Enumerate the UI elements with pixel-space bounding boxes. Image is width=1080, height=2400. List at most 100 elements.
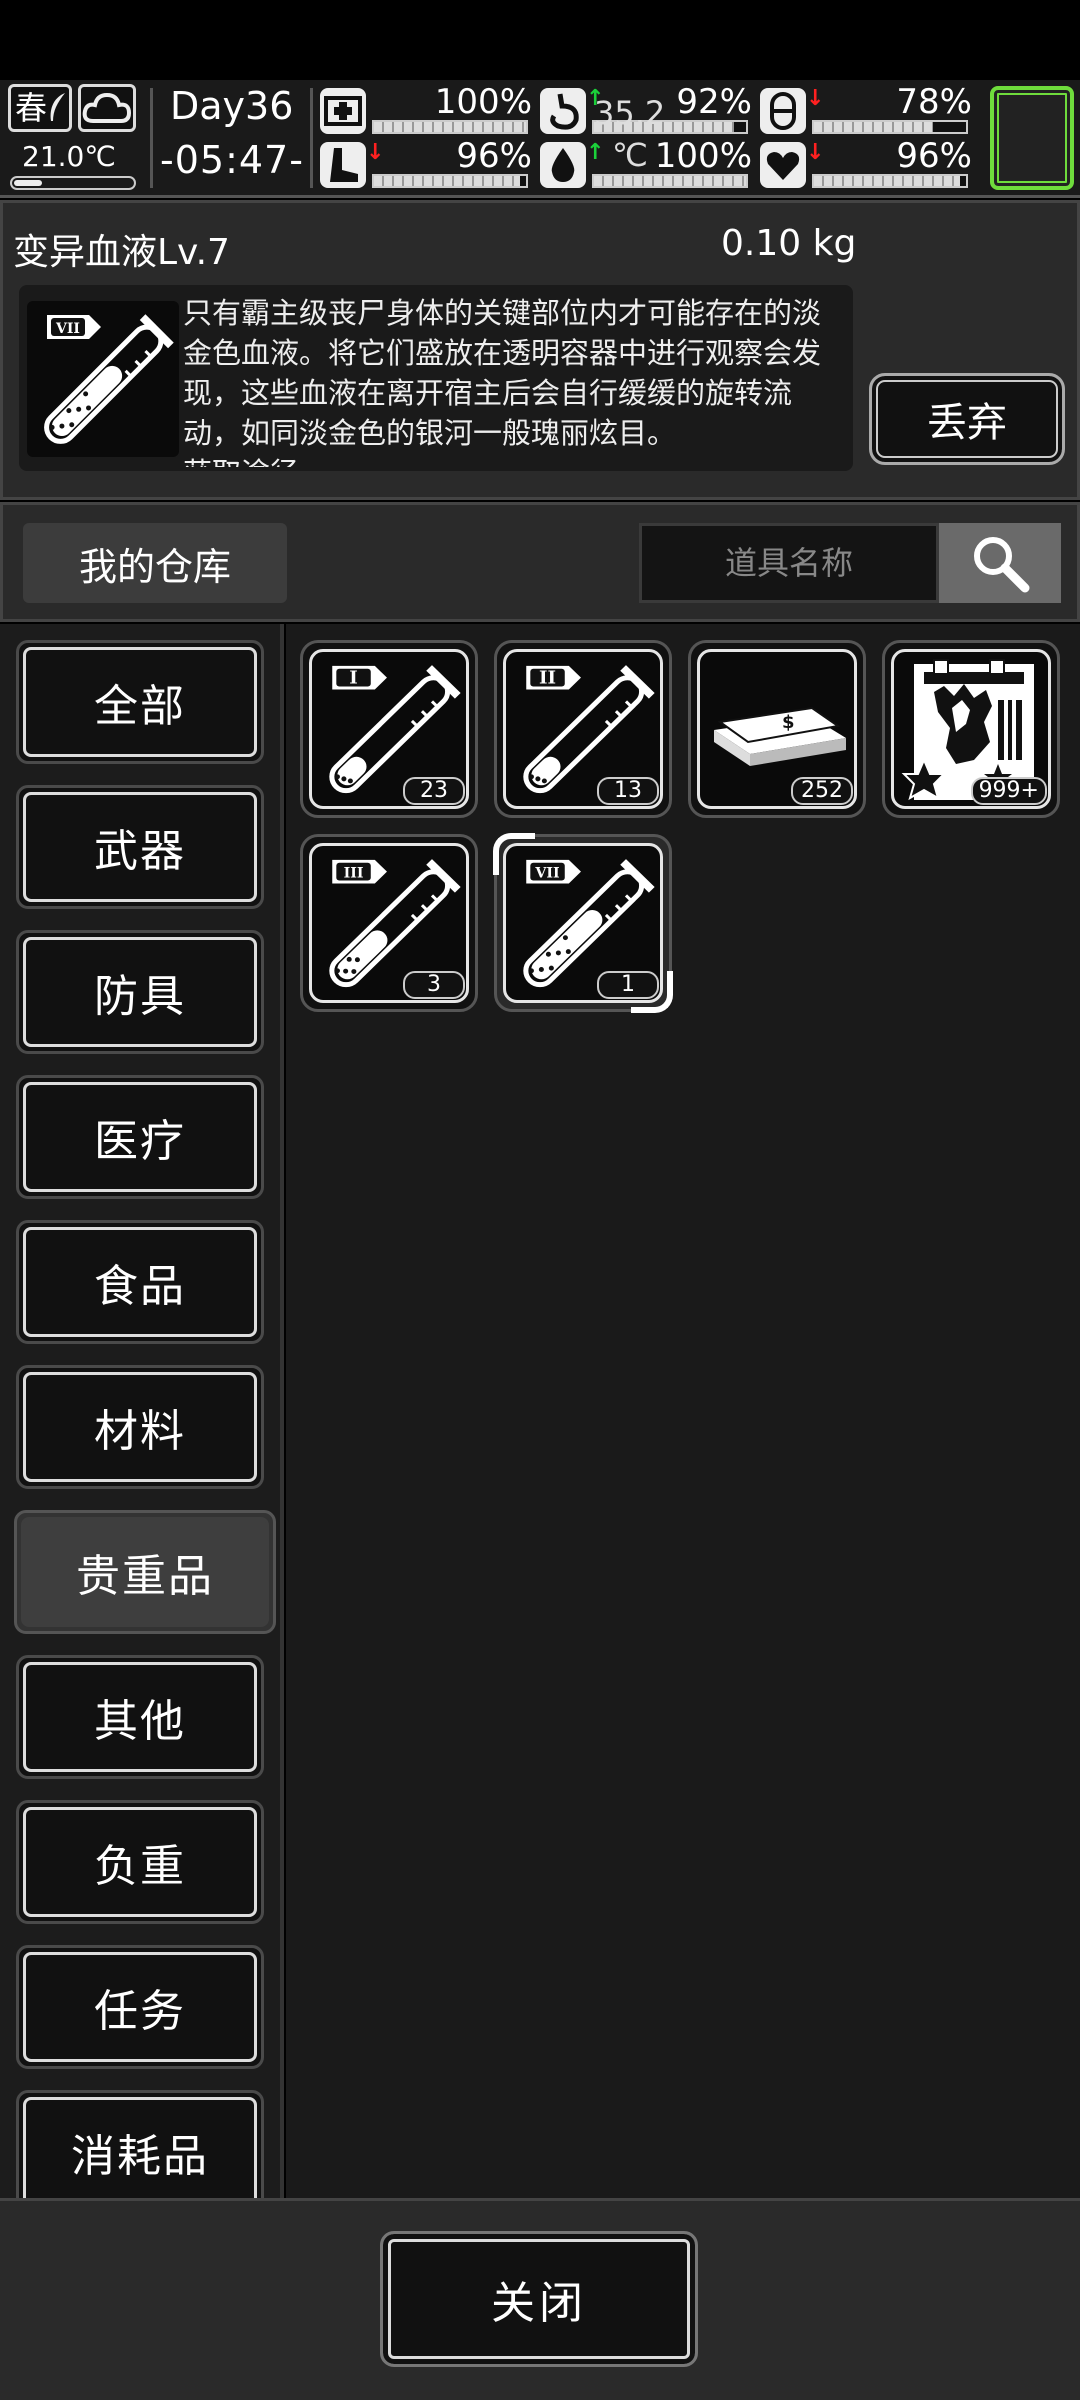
inventory-grid: I 23 II 13 $252 999+ III 3 VII 1 xyxy=(286,624,1080,2198)
category-label: 食品 xyxy=(94,1261,186,1312)
temperature-text: 21.0℃ xyxy=(22,140,116,173)
item-detail-panel: 变异血液Lv.7 0.10 kg VII 只有霸主级丧尸身体的关键部位内才可能存… xyxy=(0,200,1080,500)
item-count-badge: 3 xyxy=(403,971,465,999)
test-tube-icon: VII xyxy=(523,859,655,988)
body-temperature: 35.2 xyxy=(594,94,666,132)
stat-bar xyxy=(812,120,968,134)
stat-health: 100% xyxy=(320,82,540,142)
category-label: 全部 xyxy=(94,681,186,732)
category-tab[interactable]: 贵重品 xyxy=(14,1510,276,1634)
item-count-badge: 252 xyxy=(791,777,853,805)
stat-value: 100% xyxy=(434,82,532,122)
inventory-slot-mutant-blood-lv7[interactable]: VII 1 xyxy=(493,833,673,1013)
stat-fatigue: ↓ 78% xyxy=(760,82,980,142)
season-label: 春 xyxy=(15,89,48,127)
stat-value: 78% xyxy=(896,82,972,122)
item-description-box[interactable]: VII 只有霸主级丧尸身体的关键部位内才可能存在的淡金色血液。将它们盛放在透明容… xyxy=(19,285,853,471)
stat-bar xyxy=(592,174,748,188)
boot-icon xyxy=(320,142,366,188)
category-tab[interactable]: 防具 xyxy=(16,930,264,1054)
category-label: 医疗 xyxy=(94,1116,186,1167)
svg-text:II: II xyxy=(539,668,556,689)
svg-text:III: III xyxy=(344,866,364,882)
category-tab[interactable]: 医疗 xyxy=(16,1075,264,1199)
heart-icon xyxy=(760,142,806,188)
item-count-badge: 23 xyxy=(403,777,465,805)
feather-icon xyxy=(50,93,65,121)
category-label: 武器 xyxy=(94,826,186,877)
weather-indicator xyxy=(78,84,136,132)
clock-time: -05:47- xyxy=(160,138,304,182)
category-label: 其他 xyxy=(94,1696,186,1747)
category-tab[interactable]: 任务 xyxy=(16,1945,264,2069)
category-tab[interactable]: 负重 xyxy=(16,1800,264,1924)
search-icon xyxy=(974,537,1030,593)
inventory-slot-mutant-blood-lv1[interactable]: I 23 xyxy=(300,640,478,818)
stat-bar xyxy=(372,174,528,188)
stat-mood: ↓ 96% xyxy=(760,136,980,196)
medkit-icon xyxy=(320,88,366,134)
slot-frame: VII xyxy=(503,843,663,1003)
arrow-down-icon: ↓ xyxy=(806,86,825,111)
item-count-badge: 1 xyxy=(597,971,659,999)
category-label: 防具 xyxy=(94,971,186,1022)
item-count-badge: 999+ xyxy=(970,777,1047,805)
category-tab[interactable]: 全部 xyxy=(16,640,264,764)
svg-text:$: $ xyxy=(782,712,795,733)
stomach-icon xyxy=(540,88,586,134)
item-search-input[interactable] xyxy=(639,523,939,603)
arrow-down-icon: ↓ xyxy=(806,140,825,165)
cloud-icon xyxy=(82,92,132,123)
category-tab[interactable]: 材料 xyxy=(16,1365,264,1489)
warehouse-header: 我的仓库 xyxy=(0,502,1080,622)
stat-value: 92% xyxy=(676,82,752,122)
category-label: 贵重品 xyxy=(76,1551,214,1602)
svg-text:VII: VII xyxy=(534,866,559,882)
inventory-slot-mutant-blood-lv3[interactable]: III 3 xyxy=(300,834,478,1012)
stat-thirst: ↑ 100% xyxy=(540,136,760,196)
category-tab[interactable]: 武器 xyxy=(16,785,264,909)
svg-text:VII: VII xyxy=(55,321,80,337)
footer-bar: 关闭 xyxy=(0,2198,1080,2400)
discard-button[interactable]: 丢弃 xyxy=(869,373,1065,465)
divider xyxy=(150,88,153,188)
test-tube-icon: VII xyxy=(27,301,179,457)
stat-bar xyxy=(812,174,968,188)
search-button[interactable] xyxy=(939,523,1061,603)
item-name: 变异血液Lv.7 xyxy=(13,232,230,273)
category-label: 消耗品 xyxy=(71,2131,209,2182)
category-label: 任务 xyxy=(94,1986,186,2037)
stat-value: 96% xyxy=(896,136,972,176)
inventory-slot-zombie-trophy-card[interactable]: 999+ xyxy=(882,640,1060,818)
item-description: 只有霸主级丧尸身体的关键部位内才可能存在的淡金色血液。将它们盛放在透明容器中进行… xyxy=(183,293,847,471)
capsule-icon xyxy=(760,88,806,134)
stat-bar xyxy=(372,120,528,134)
divider xyxy=(310,88,313,188)
inventory-slot-cash-stack[interactable]: $252 xyxy=(688,640,866,818)
svg-text:I: I xyxy=(349,668,358,689)
warehouse-title: 我的仓库 xyxy=(23,523,287,603)
temperature-bar xyxy=(10,176,136,190)
water-drop-icon xyxy=(540,142,586,188)
stat-value: 96% xyxy=(456,136,532,176)
category-tab[interactable]: 食品 xyxy=(16,1220,264,1344)
category-sidebar[interactable]: 全部武器防具医疗食品材料贵重品其他负重任务消耗品 xyxy=(0,624,284,2198)
inventory-slot-mutant-blood-lv2[interactable]: II 13 xyxy=(494,640,672,818)
description-continued: 获取途径 xyxy=(183,453,299,467)
day-counter: Day36 xyxy=(170,84,294,128)
category-label: 材料 xyxy=(94,1406,186,1457)
arrow-up-icon: ↑ xyxy=(586,140,605,165)
arrow-down-icon: ↓ xyxy=(366,140,385,165)
stat-stamina: ↓ 96% xyxy=(320,136,540,196)
season-indicator: 春 xyxy=(8,84,72,132)
close-button[interactable]: 关闭 xyxy=(380,2231,698,2367)
stat-value: 100% xyxy=(654,136,752,176)
category-label: 负重 xyxy=(94,1841,186,1892)
equipped-slot[interactable] xyxy=(990,86,1074,190)
item-count-badge: 13 xyxy=(597,777,659,805)
status-bar: 春 21.0℃ Day36 -05:47- 100% ↑ 92% ↓ 78% ↓ 96% ↑ 1… xyxy=(0,80,1080,198)
category-tab[interactable]: 其他 xyxy=(16,1655,264,1779)
category-tab[interactable]: 消耗品 xyxy=(16,2090,264,2198)
body-temperature-unit: ℃ xyxy=(612,136,648,174)
item-weight: 0.10 kg xyxy=(721,223,857,264)
